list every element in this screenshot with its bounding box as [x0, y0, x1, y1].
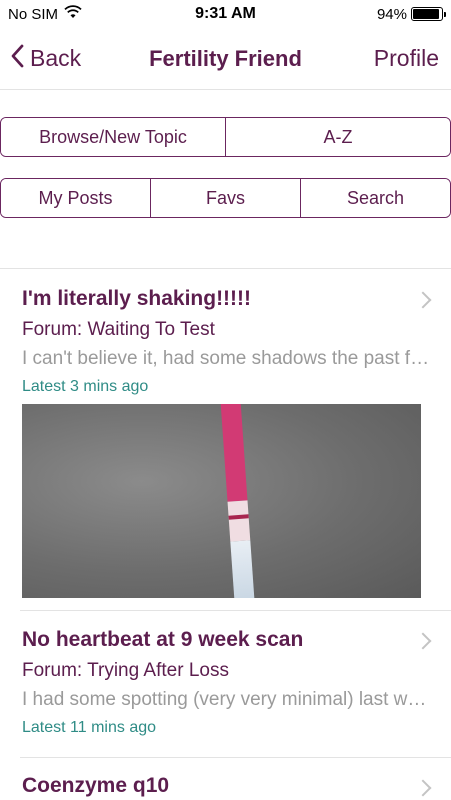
- test-strip-image: [220, 404, 257, 598]
- post-image[interactable]: [22, 404, 421, 598]
- chevron-left-icon: [10, 44, 24, 74]
- wifi-icon: [64, 5, 82, 23]
- a-z-button[interactable]: A-Z: [226, 118, 450, 156]
- my-posts-button[interactable]: My Posts: [1, 179, 151, 217]
- list-item[interactable]: No heartbeat at 9 week scan Forum: Tryin…: [0, 628, 451, 737]
- battery-percent: 94%: [376, 5, 407, 23]
- back-label: Back: [30, 45, 82, 71]
- post-forum: Forum: Trying After Loss: [22, 660, 229, 681]
- status-left: No SIM: [8, 5, 82, 23]
- post-latest: Latest 11 mins ago: [22, 719, 157, 736]
- favs-button[interactable]: Favs: [151, 179, 301, 217]
- navigation-bar: Back Fertility Friend Profile: [0, 28, 451, 90]
- status-right: 94%: [376, 5, 446, 23]
- carrier-label: No SIM: [8, 5, 59, 23]
- back-button[interactable]: Back: [10, 44, 81, 74]
- post-snippet: I had some spotting (very very minimal) …: [22, 689, 432, 710]
- search-button[interactable]: Search: [301, 179, 450, 217]
- segmented-control-primary: Browse/New Topic A-Z: [0, 117, 451, 157]
- battery-icon: [411, 7, 446, 21]
- post-title: Coenzyme q10: [22, 774, 170, 797]
- segmented-control-secondary: My Posts Favs Search: [0, 178, 451, 218]
- post-latest: Latest 3 mins ago: [22, 378, 149, 395]
- divider: [20, 610, 451, 611]
- post-forum: Forum: Waiting To Test: [22, 319, 215, 340]
- divider: [0, 268, 451, 269]
- status-bar: No SIM 9:31 AM 94%: [0, 0, 451, 28]
- list-item[interactable]: Coenzyme q10: [0, 774, 451, 798]
- post-title: I'm literally shaking!!!!!: [22, 287, 252, 310]
- post-snippet: I can't believe it, had some shadows the…: [22, 348, 432, 369]
- list-item[interactable]: I'm literally shaking!!!!! Forum: Waitin…: [0, 287, 451, 396]
- divider: [20, 757, 451, 758]
- battery-fill: [413, 9, 440, 19]
- browse-new-topic-button[interactable]: Browse/New Topic: [1, 118, 226, 156]
- post-title: No heartbeat at 9 week scan: [22, 628, 304, 651]
- profile-button[interactable]: Profile: [374, 45, 439, 72]
